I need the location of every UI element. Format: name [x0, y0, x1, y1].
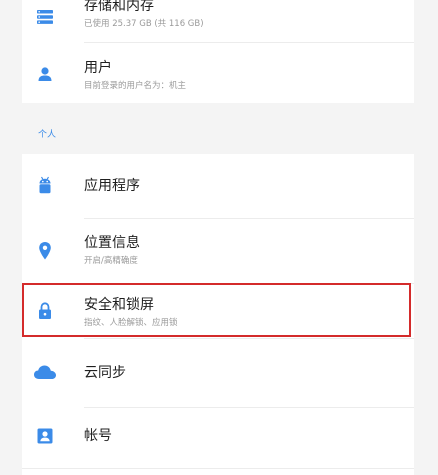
account-card-icon [34, 425, 56, 447]
settings-item-apps[interactable]: 应用程序 [22, 154, 414, 218]
location-pin-icon [34, 240, 56, 262]
lock-icon [34, 300, 56, 322]
section-header-personal: 个人 [38, 130, 57, 140]
settings-screen: 存储和内存 已使用 25.37 GB (共 116 GB) 用户 目前登录的用户… [0, 0, 438, 475]
location-subtitle: 开启/高精确度 [84, 256, 138, 266]
divider [22, 468, 414, 469]
settings-item-cloud-sync[interactable]: 云同步 [22, 339, 414, 407]
security-title: 安全和锁屏 [84, 297, 154, 313]
storage-title: 存储和内存 [84, 0, 154, 14]
settings-item-storage[interactable]: 存储和内存 已使用 25.37 GB (共 116 GB) [22, 0, 414, 42]
system-group-card: 存储和内存 已使用 25.37 GB (共 116 GB) 用户 目前登录的用户… [22, 0, 414, 103]
personal-group-card: 应用程序 位置信息 开启/高精确度 安全和锁屏 指纹、人脸解锁、应用锁 云同步 … [22, 154, 414, 475]
location-title: 位置信息 [84, 235, 140, 251]
settings-item-location[interactable]: 位置信息 开启/高精确度 [22, 219, 414, 283]
storage-subtitle: 已使用 25.37 GB (共 116 GB) [84, 19, 204, 29]
settings-item-account[interactable]: 帐号 [22, 408, 414, 468]
cloud-icon [32, 361, 58, 383]
android-icon [34, 175, 56, 197]
settings-item-user[interactable]: 用户 目前登录的用户名为：机主 [22, 43, 414, 103]
user-subtitle: 目前登录的用户名为：机主 [84, 81, 187, 91]
security-subtitle: 指纹、人脸解锁、应用锁 [84, 318, 178, 328]
storage-icon [34, 6, 56, 28]
account-title: 帐号 [84, 428, 112, 444]
cloud-sync-title: 云同步 [84, 365, 126, 381]
user-title: 用户 [84, 60, 112, 76]
settings-item-security-lockscreen[interactable]: 安全和锁屏 指纹、人脸解锁、应用锁 [22, 284, 414, 338]
user-icon [34, 63, 56, 85]
apps-title: 应用程序 [84, 178, 140, 194]
